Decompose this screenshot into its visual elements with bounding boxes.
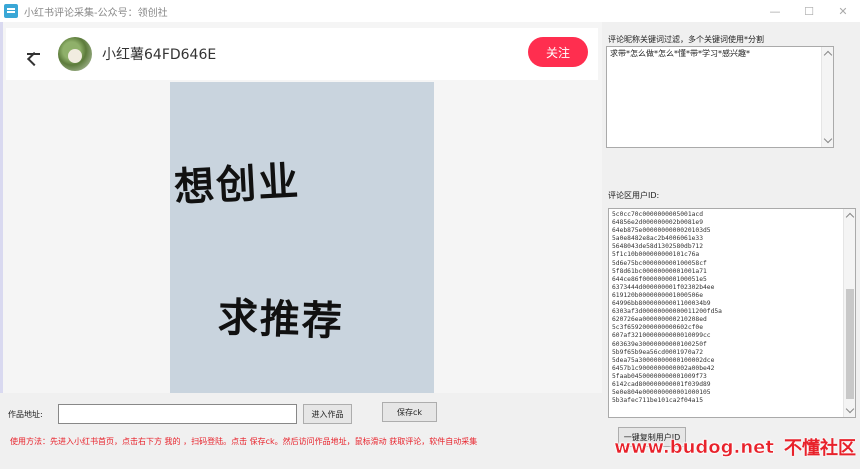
app-icon	[4, 4, 18, 18]
url-input[interactable]	[58, 404, 297, 424]
user-id-textarea[interactable]: 5c0cc70c0000000005001acd 64856e2d00000000…	[608, 208, 856, 418]
keyword-filter-value: 求带*怎么做*怎么*懂*带*学习*感兴趣*	[610, 49, 750, 58]
user-id-line: 5d6e75bc000000000100058cf	[612, 259, 707, 267]
user-id-line: 607af3210000000000010099cc	[612, 332, 711, 340]
user-id-line: 5dea75a30000000000100002dce	[612, 356, 715, 364]
avatar[interactable]	[58, 37, 92, 71]
user-id-line: 6373444d000000001f02302b4ee	[612, 283, 715, 291]
scroll-down-icon[interactable]	[823, 134, 833, 144]
user-id-line: 5c0cc70c0000000005001acd	[612, 211, 703, 218]
user-id-line: 5b9f65b9ea56cd0001970a72	[612, 348, 703, 356]
user-id-scrollbar[interactable]	[843, 209, 855, 417]
control-panel: 评论昵称关键词过滤，多个关键词使用*分割 求带*怎么做*怎么*懂*带*学习*感兴…	[602, 22, 860, 469]
keyword-filter-textarea[interactable]: 求带*怎么做*怎么*懂*带*学习*感兴趣*	[606, 46, 834, 148]
user-id-line: 5b3afec711be101ca2f04a15	[612, 397, 703, 405]
user-id-line: 64856e2d000000002b0081e9	[612, 219, 703, 227]
minimize-button[interactable]: —	[758, 0, 792, 22]
window-controls: — ☐ ✕	[758, 0, 860, 22]
image-text-line2: 求推荐	[217, 294, 345, 346]
usage-instructions: 使用方法：先进入小红书首页，点击右下方 我的 ，扫码登陆。点击 保存ck。然后访…	[10, 437, 478, 446]
save-ck-button[interactable]: 保存ck	[382, 402, 437, 422]
user-id-label: 评论区用户ID:	[608, 191, 660, 200]
view-border	[0, 22, 3, 393]
keyword-scrollbar[interactable]	[821, 47, 833, 147]
user-id-line: 5e0e804e000000000001000105	[612, 389, 711, 397]
user-id-line: 64eb875e0000000000020103d5	[612, 227, 711, 235]
maximize-button[interactable]: ☐	[792, 0, 826, 22]
user-id-line: 6303af3d00000000000011200fd5a	[612, 308, 722, 316]
user-id-list: 5c0cc70c0000000005001acd 64856e2d00000000…	[612, 211, 852, 405]
user-id-line: 5faab04500000000001009f73	[612, 372, 707, 380]
image-text-line1: 想创业	[173, 158, 302, 212]
scrollbar-thumb[interactable]	[846, 289, 854, 399]
keyword-filter-label: 评论昵称关键词过滤，多个关键词使用*分割	[608, 35, 764, 44]
user-id-line: 603639e30000000000100250f	[612, 340, 707, 348]
scroll-up-icon[interactable]	[845, 212, 855, 222]
author-name[interactable]: 小红薯64FD646E	[102, 44, 216, 64]
copy-user-ids-button[interactable]: 一键复制用户ID	[618, 427, 686, 447]
url-label: 作品地址:	[8, 410, 43, 419]
user-id-line: 64996bb80000000001100034b9	[612, 300, 711, 308]
follow-button[interactable]: 关注	[528, 37, 588, 67]
post-image[interactable]: 想创业 求推荐	[170, 82, 434, 393]
user-id-line: 619120b0000000001000506e	[612, 291, 703, 299]
user-id-line: 5648043de58d1302580db712	[612, 243, 703, 251]
user-id-line: 5a0e8482e8ac2b4006061e33	[612, 235, 703, 243]
user-id-line: 644ce86f000000000100051e5	[612, 275, 707, 283]
user-id-line: 5c3f6592000000000602cf0e	[612, 324, 703, 332]
enter-post-button[interactable]: 进入作品	[303, 404, 352, 424]
url-form: 作品地址: 进入作品 保存ck	[0, 400, 602, 428]
user-id-line: 5f8d61bc00000000001001a71	[612, 267, 707, 275]
user-id-line: 620726ea000000000210208ed	[612, 316, 707, 324]
user-id-line: 5f1c10b000000000101c76a	[612, 251, 700, 259]
user-id-line: 6457b1c9000000000002a00be42	[612, 364, 715, 372]
scroll-up-icon[interactable]	[823, 50, 833, 60]
window-title: 小红书评论采集-公众号：领创社	[24, 7, 168, 19]
close-button[interactable]: ✕	[826, 0, 860, 22]
browser-view: 小红薯64FD646E 关注 想创业 求推荐	[0, 22, 602, 393]
user-id-line: 6142cad800000000001f039d89	[612, 380, 711, 388]
post-header: 小红薯64FD646E 关注	[6, 28, 598, 80]
back-arrow-icon[interactable]	[24, 45, 42, 63]
title-bar: 小红书评论采集-公众号：领创社 — ☐ ✕	[0, 0, 860, 22]
scroll-down-icon[interactable]	[845, 404, 855, 414]
